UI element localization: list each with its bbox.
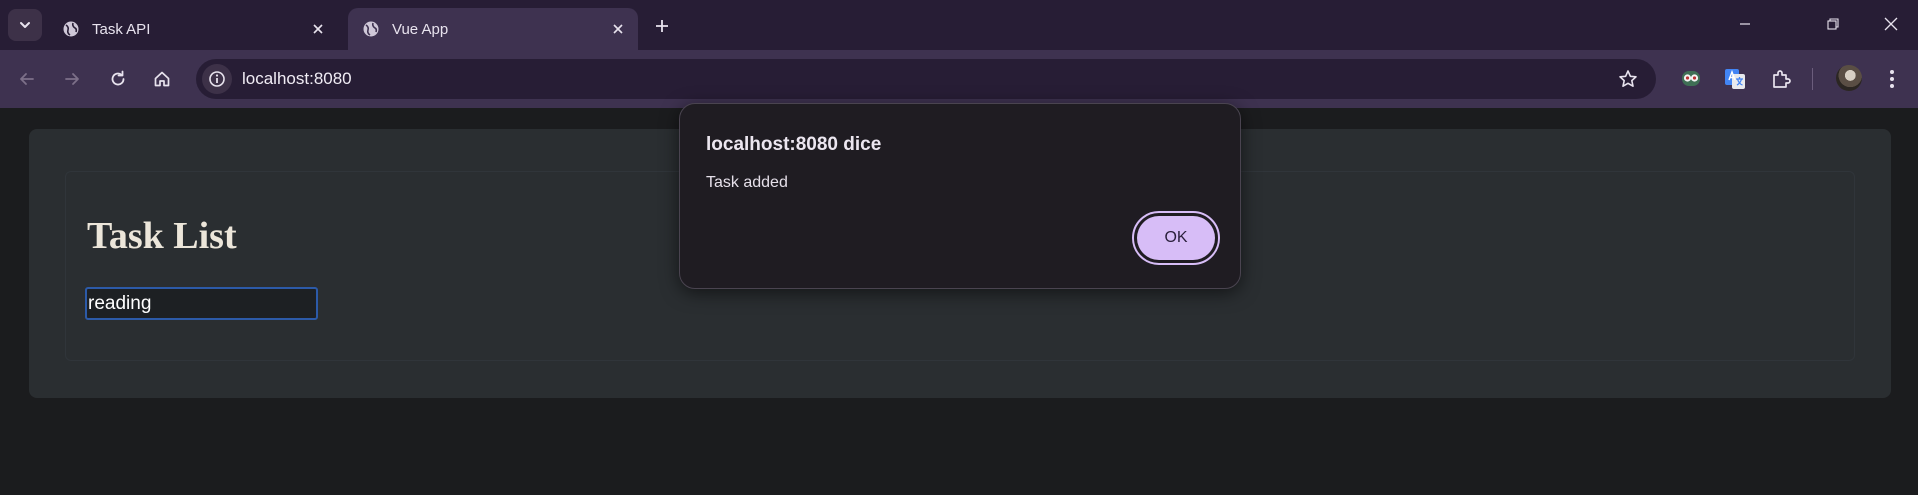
page-title: Task List — [87, 215, 237, 257]
back-button[interactable] — [11, 63, 43, 95]
alert-title: localhost:8080 dice — [706, 134, 882, 155]
reload-button[interactable] — [102, 63, 134, 95]
chevron-down-icon — [20, 22, 30, 28]
window-close-button[interactable] — [1868, 8, 1914, 40]
browser-window: Task API Vue App localhost:8080 Task Lis… — [0, 0, 1918, 495]
extension-button[interactable] — [1676, 64, 1706, 94]
minimize-button[interactable] — [1722, 8, 1768, 40]
restore-icon — [1827, 18, 1839, 30]
restore-button[interactable] — [1810, 8, 1856, 40]
kebab-menu-icon — [1890, 70, 1894, 88]
tab-vue-app[interactable]: Vue App — [348, 8, 638, 50]
home-button[interactable] — [146, 63, 178, 95]
home-icon — [154, 71, 170, 87]
eyes-extension-icon — [1682, 71, 1700, 86]
site-info-button[interactable] — [202, 64, 232, 94]
alert-message: Task added — [706, 174, 788, 191]
globe-icon — [62, 20, 80, 38]
forward-button[interactable] — [56, 63, 88, 95]
bookmark-button[interactable] — [1616, 67, 1640, 91]
extensions-menu-button[interactable] — [1766, 64, 1796, 94]
close-icon[interactable] — [606, 17, 630, 41]
profile-avatar[interactable] — [1836, 65, 1862, 91]
puzzle-icon — [1773, 70, 1791, 88]
toolbar-divider — [1812, 68, 1813, 90]
minimize-icon — [1740, 23, 1750, 25]
plus-icon — [656, 20, 668, 32]
new-tab-button[interactable] — [648, 12, 676, 40]
tab-title: Vue App — [392, 20, 449, 38]
alert-dialog: localhost:8080 dice Task added OK — [679, 103, 1241, 289]
close-icon — [1884, 17, 1898, 31]
translate-icon — [1725, 69, 1745, 89]
star-icon — [1619, 70, 1637, 87]
task-input[interactable] — [85, 287, 318, 320]
tab-strip: Task API Vue App — [0, 0, 1918, 50]
ok-button-label: OK — [1137, 216, 1215, 260]
address-bar[interactable]: localhost:8080 — [196, 59, 1656, 99]
url-text: localhost:8080 — [242, 69, 352, 88]
reload-icon — [111, 70, 125, 86]
info-icon — [209, 71, 225, 87]
browser-toolbar: localhost:8080 — [0, 50, 1918, 108]
ok-button[interactable]: OK — [1132, 211, 1220, 265]
arrow-right-icon — [65, 73, 79, 85]
close-icon[interactable] — [306, 17, 330, 41]
tab-title: Task API — [92, 20, 151, 38]
arrow-left-icon — [20, 73, 34, 85]
tab-task-api[interactable]: Task API — [48, 8, 338, 50]
browser-menu-button[interactable] — [1880, 64, 1904, 94]
tab-search-button[interactable] — [8, 9, 42, 41]
globe-icon — [362, 20, 380, 38]
google-translate-button[interactable] — [1720, 64, 1750, 94]
